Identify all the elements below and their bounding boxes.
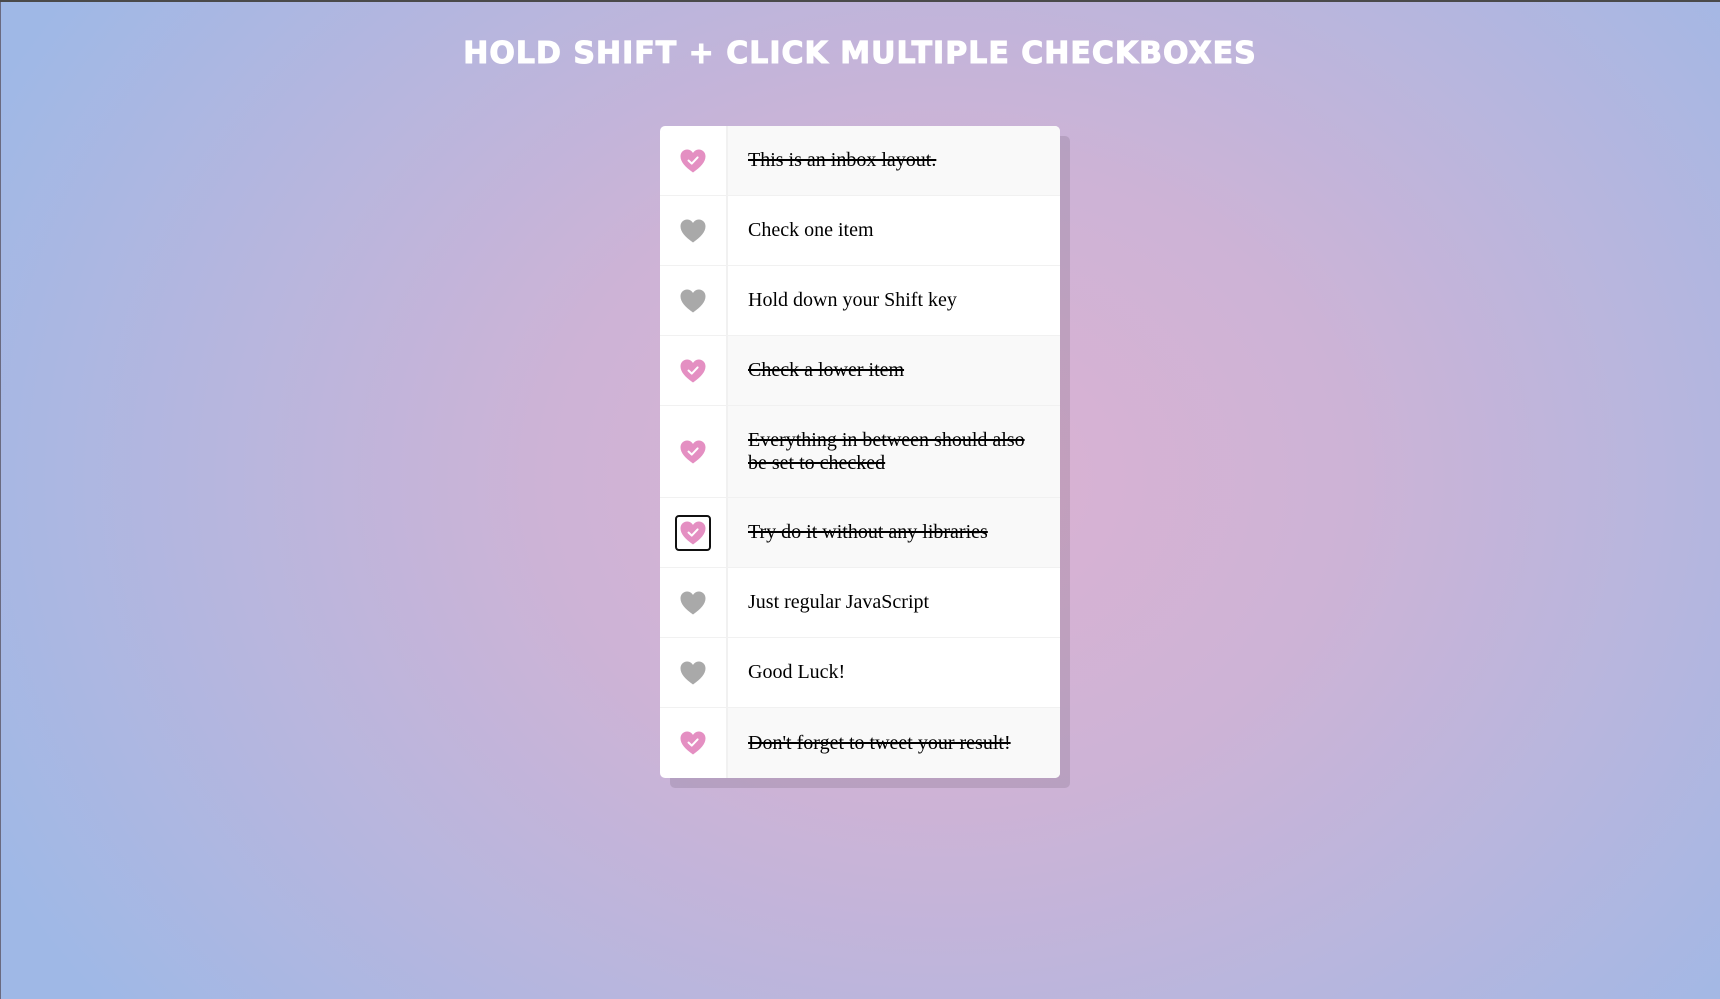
inbox-item[interactable]: Try do it without any libraries xyxy=(660,498,1060,568)
item-label: Good Luck! xyxy=(748,661,846,683)
checkbox-cell xyxy=(660,568,728,637)
heart-icon xyxy=(680,440,706,463)
inbox-item[interactable]: Everything in between should also be set… xyxy=(660,406,1060,498)
item-label: This is an inbox layout. xyxy=(728,126,1060,195)
heart-checkbox[interactable] xyxy=(675,434,711,470)
item-label: Hold down your Shift key xyxy=(748,289,957,311)
heart-icon xyxy=(680,359,706,382)
checkbox-cell xyxy=(660,336,728,405)
inbox-item[interactable]: Check a lower item xyxy=(660,336,1060,406)
checkbox-cell xyxy=(660,708,728,778)
inbox-item[interactable]: Good Luck! xyxy=(660,638,1060,708)
heart-icon xyxy=(680,219,706,242)
item-label: Don't forget to tweet your result! xyxy=(728,708,1060,778)
inbox-item[interactable]: This is an inbox layout. xyxy=(660,126,1060,196)
inbox-item[interactable]: Hold down your Shift key xyxy=(660,266,1060,336)
heart-checkbox[interactable] xyxy=(675,353,711,389)
inbox: This is an inbox layout. Check one item … xyxy=(660,126,1060,778)
inbox-item[interactable]: Don't forget to tweet your result! xyxy=(660,708,1060,778)
heart-checkbox[interactable] xyxy=(675,655,711,691)
heart-checkbox[interactable] xyxy=(675,725,711,761)
inbox-item[interactable]: Check one item xyxy=(660,196,1060,266)
heart-icon xyxy=(680,591,706,614)
heart-icon xyxy=(680,661,706,684)
checkbox-cell xyxy=(660,126,728,195)
heart-icon xyxy=(680,149,706,172)
item-label: Everything in between should also be set… xyxy=(728,406,1060,497)
item-label: Check one item xyxy=(748,219,874,241)
checkbox-cell xyxy=(660,638,728,707)
heart-icon xyxy=(680,521,706,544)
checkbox-cell xyxy=(660,406,728,497)
heart-checkbox[interactable] xyxy=(675,143,711,179)
heart-checkbox[interactable] xyxy=(675,514,711,551)
heart-icon xyxy=(680,289,706,312)
checkbox-cell xyxy=(660,498,728,567)
heart-icon xyxy=(680,731,706,755)
item-label: Try do it without any libraries xyxy=(728,498,1060,567)
item-label: Just regular JavaScript xyxy=(748,591,930,613)
checkbox-cell xyxy=(660,196,728,265)
heart-checkbox[interactable] xyxy=(675,213,711,249)
item-label: Check a lower item xyxy=(728,336,1060,405)
heart-checkbox[interactable] xyxy=(675,585,711,621)
page-title: HOLD SHIFT + CLICK MULTIPLE CHECKBOXES xyxy=(463,36,1257,72)
heart-checkbox[interactable] xyxy=(675,283,711,319)
checkbox-cell xyxy=(660,266,728,335)
inbox-item[interactable]: Just regular JavaScript xyxy=(660,568,1060,638)
